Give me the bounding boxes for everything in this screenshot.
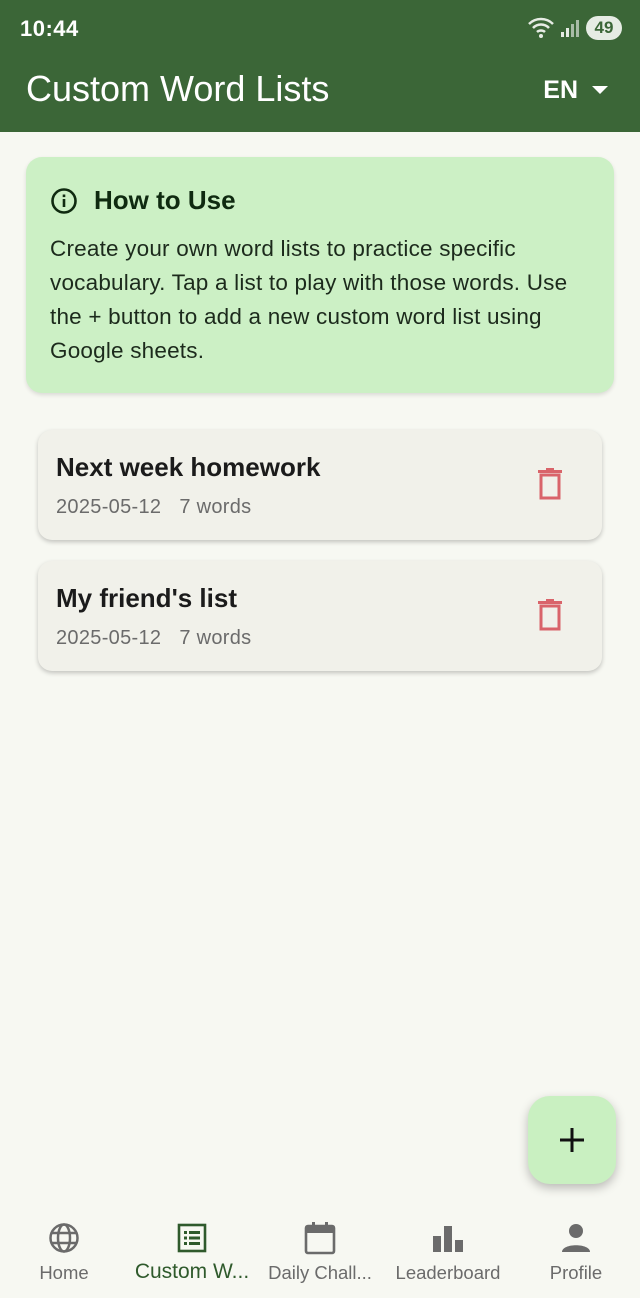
status-time: 10:44 xyxy=(20,16,79,41)
calendar-icon xyxy=(304,1222,336,1255)
nav-item-custom-word-lists[interactable]: Custom W... xyxy=(128,1200,256,1298)
bar-chart-icon xyxy=(433,1226,463,1252)
delete-icon[interactable] xyxy=(538,599,562,631)
language-dropdown[interactable]: EN xyxy=(543,72,608,108)
nav-label-custom-word-lists: Custom W... xyxy=(134,1260,250,1283)
word-list-meta: 2025-05-12 7 words xyxy=(56,496,251,519)
chevron-down-icon xyxy=(592,86,608,94)
info-card-text: Create your own word lists to practice s… xyxy=(50,236,568,363)
list-icon xyxy=(177,1223,207,1253)
bottom-navigation: Home Custom W... Daily Chall... Leaderbo… xyxy=(0,1200,640,1298)
word-list-title: My friend's list xyxy=(56,583,237,613)
nav-label-daily-challenge: Daily Chall... xyxy=(268,1262,372,1283)
person-icon xyxy=(562,1224,590,1252)
plus-icon xyxy=(560,1128,584,1152)
status-bar: 10:44 49 xyxy=(0,0,640,56)
word-list-date: 2025-05-12 xyxy=(56,627,162,649)
nav-label-home: Home xyxy=(39,1262,89,1283)
nav-item-leaderboard[interactable]: Leaderboard xyxy=(384,1200,512,1298)
page-title: Custom Word Lists xyxy=(26,68,330,109)
status-icons: 49 xyxy=(528,14,622,42)
language-label: EN xyxy=(543,75,578,104)
wifi-icon xyxy=(528,17,554,38)
nav-item-profile[interactable]: Profile xyxy=(512,1200,640,1298)
word-list-date: 2025-05-12 xyxy=(56,496,162,518)
nav-item-home[interactable]: Home xyxy=(0,1200,128,1298)
info-card-title: How to Use xyxy=(94,185,236,215)
word-list-card[interactable]: My friend's list 2025-05-12 7 words xyxy=(38,561,602,671)
nav-item-daily-challenge[interactable]: Daily Chall... xyxy=(256,1200,384,1298)
info-icon xyxy=(51,187,77,214)
word-list-card[interactable]: Next week homework 2025-05-12 7 words xyxy=(38,430,602,540)
signal-icon xyxy=(561,20,579,37)
nav-label-profile: Profile xyxy=(549,1262,603,1283)
nav-label-leaderboard: Leaderboard xyxy=(395,1262,501,1283)
add-word-list-button[interactable] xyxy=(528,1096,616,1184)
battery-indicator: 49 xyxy=(586,16,622,40)
globe-icon xyxy=(49,1223,79,1253)
word-list-meta: 2025-05-12 7 words xyxy=(56,627,251,650)
how-to-use-card: How to Use Create your own word lists to… xyxy=(26,157,614,393)
word-list-count: 7 words xyxy=(179,496,252,518)
delete-icon[interactable] xyxy=(538,468,562,500)
word-list-count: 7 words xyxy=(179,627,252,649)
word-list-title: Next week homework xyxy=(56,452,321,482)
app-bar: 10:44 49 Custom Word Lists EN xyxy=(0,0,640,132)
